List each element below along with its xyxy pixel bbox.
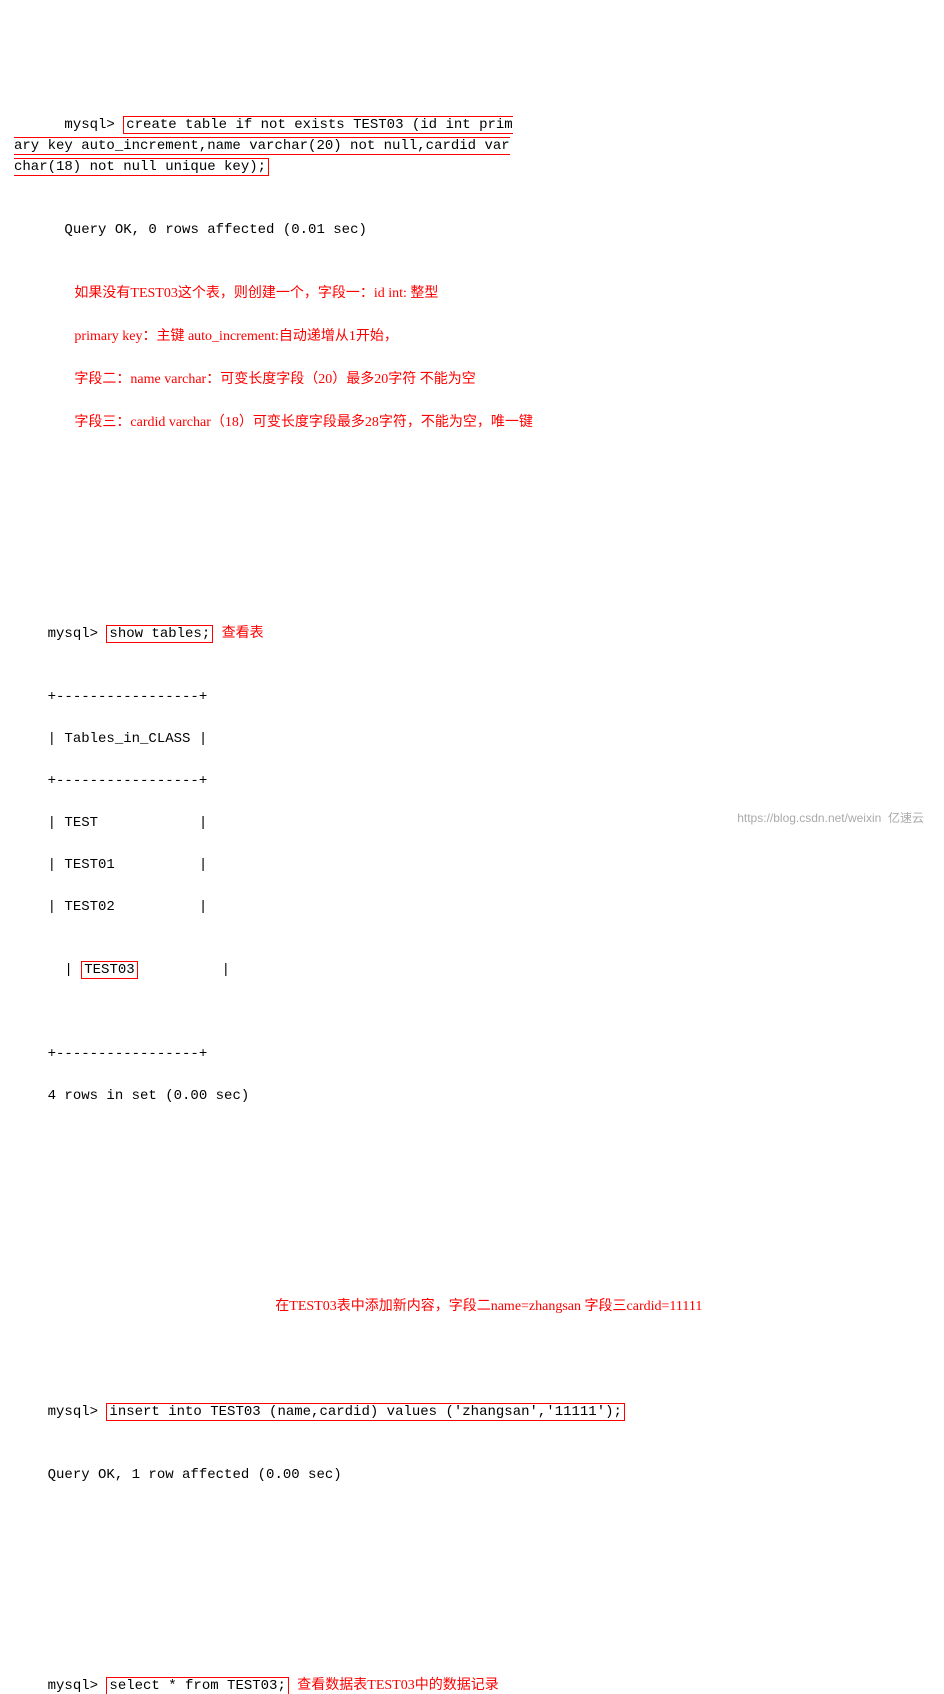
annotation-1-line1: 如果没有TEST03这个表，则创建一个，字段一：id int: 整型 — [74, 286, 438, 301]
table2-border3: +-----------------+ — [48, 1046, 208, 1062]
table2-row-2: | TEST01 | — [48, 857, 208, 873]
prompt-3: mysql> — [48, 1404, 107, 1420]
table2-row-3: | TEST02 | — [48, 899, 208, 915]
result-2: 4 rows in set (0.00 sec) — [48, 1088, 250, 1104]
block-show-tables: mysql> show tables; 查看表 +---------------… — [14, 602, 930, 1128]
table2-row-4-container: | TEST03 | — [14, 961, 230, 999]
annotation-3-block: 在TEST03表中添加新内容，字段二name=zhangsan 字段三cardi… — [14, 1275, 930, 1339]
result-3: Query OK, 1 row affected (0.00 sec) — [48, 1467, 342, 1483]
block-select-1: mysql> select * from TEST03; 查看数据表TEST03… — [14, 1654, 930, 1694]
table2-row-4-prefix: | — [64, 962, 81, 978]
block-insert-zhangsan: mysql> insert into TEST03 (name,cardid) … — [14, 1381, 930, 1507]
cmd-box-3: insert into TEST03 (name,cardid) values … — [106, 1403, 624, 1421]
table2-border1: +-----------------+ — [48, 689, 208, 705]
table2-row-4-highlighted: TEST03 — [81, 961, 137, 979]
annotation-1-line2: primary key：主键 auto_increment:自动递增从1开始， — [74, 329, 398, 344]
annotation-3: 在TEST03表中添加新内容，字段二name=zhangsan 字段三cardi… — [275, 1299, 702, 1314]
cmd-box-4: select * from TEST03; — [106, 1677, 288, 1694]
brand-label: 亿速云 — [888, 811, 924, 825]
table2-header: | Tables_in_CLASS | — [48, 731, 208, 747]
annotation-1-line3: 字段二：name varchar：可变长度字段（20）最多20字符 不能为空 — [74, 372, 475, 387]
annotation-2: 查看表 — [222, 626, 264, 641]
terminal-window: mysql> create table if not exists TEST03… — [14, 10, 930, 1694]
cmd-box-2: show tables; — [106, 625, 213, 643]
prompt-1: mysql> — [64, 117, 123, 133]
watermark-url: https://blog.csdn.net/weixin — [737, 811, 881, 825]
table2-row-1: | TEST | — [48, 815, 208, 831]
prompt-2: mysql> — [48, 626, 107, 642]
annotation-4: 查看数据表TEST03中的数据记录 — [297, 1678, 498, 1693]
watermark: https://blog.csdn.net/weixin 亿速云 — [737, 809, 924, 827]
table2-row-4-suffix: | — [138, 962, 230, 978]
prompt-4: mysql> — [48, 1678, 107, 1694]
annotation-1-line4: 字段三：cardid varchar（18）可变长度字段最多28字符，不能为空，… — [74, 415, 532, 430]
table2-border2: +-----------------+ — [48, 773, 208, 789]
result-1: Query OK, 0 rows affected (0.01 sec) — [64, 222, 366, 238]
block-create-table: mysql> create table if not exists TEST03… — [14, 94, 930, 455]
